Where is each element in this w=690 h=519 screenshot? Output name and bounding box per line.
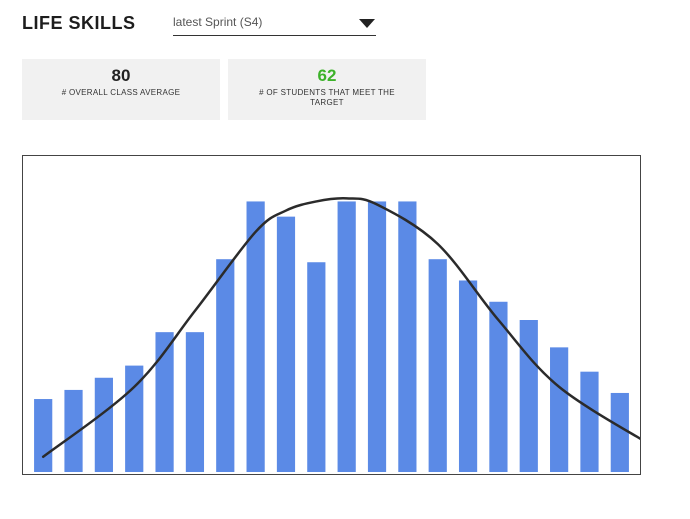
class-average-card: 80 # OVERALL CLASS AVERAGE [22,59,220,120]
distribution-chart-svg [34,197,640,472]
chart-bar [398,201,417,472]
page-title: LIFE SKILLS [22,13,136,33]
chart-bar [458,280,478,472]
chart-bar [519,320,538,472]
students-meeting-target-card: 62 # OF STUDENTS THAT MEET THE TARGET [228,59,426,120]
chart-bar [216,259,235,472]
chart-bar [428,259,447,472]
distribution-chart [22,155,641,475]
caret-down-icon[interactable] [359,19,375,28]
chart-bar [185,332,205,472]
chart-bar [367,201,387,472]
chart-bar [34,399,53,472]
chart-bar [276,216,296,472]
sprint-dropdown-value: latest Sprint (S4) [173,15,263,29]
chart-bar [550,347,569,472]
chart-bar [94,377,113,472]
chart-bar [580,371,599,472]
chart-bar [337,201,356,472]
class-average-label: # OVERALL CLASS AVERAGE [61,88,181,97]
chart-bar [610,392,629,472]
class-average-value: 80 [111,66,131,85]
chart-bar [307,262,326,472]
students-meeting-target-label: # OF STUDENTS THAT MEET THE TARGET [259,88,395,107]
chart-bar [246,201,265,472]
students-meeting-target-value: 62 [317,66,337,85]
sprint-dropdown[interactable]: latest Sprint (S4) [173,12,376,36]
